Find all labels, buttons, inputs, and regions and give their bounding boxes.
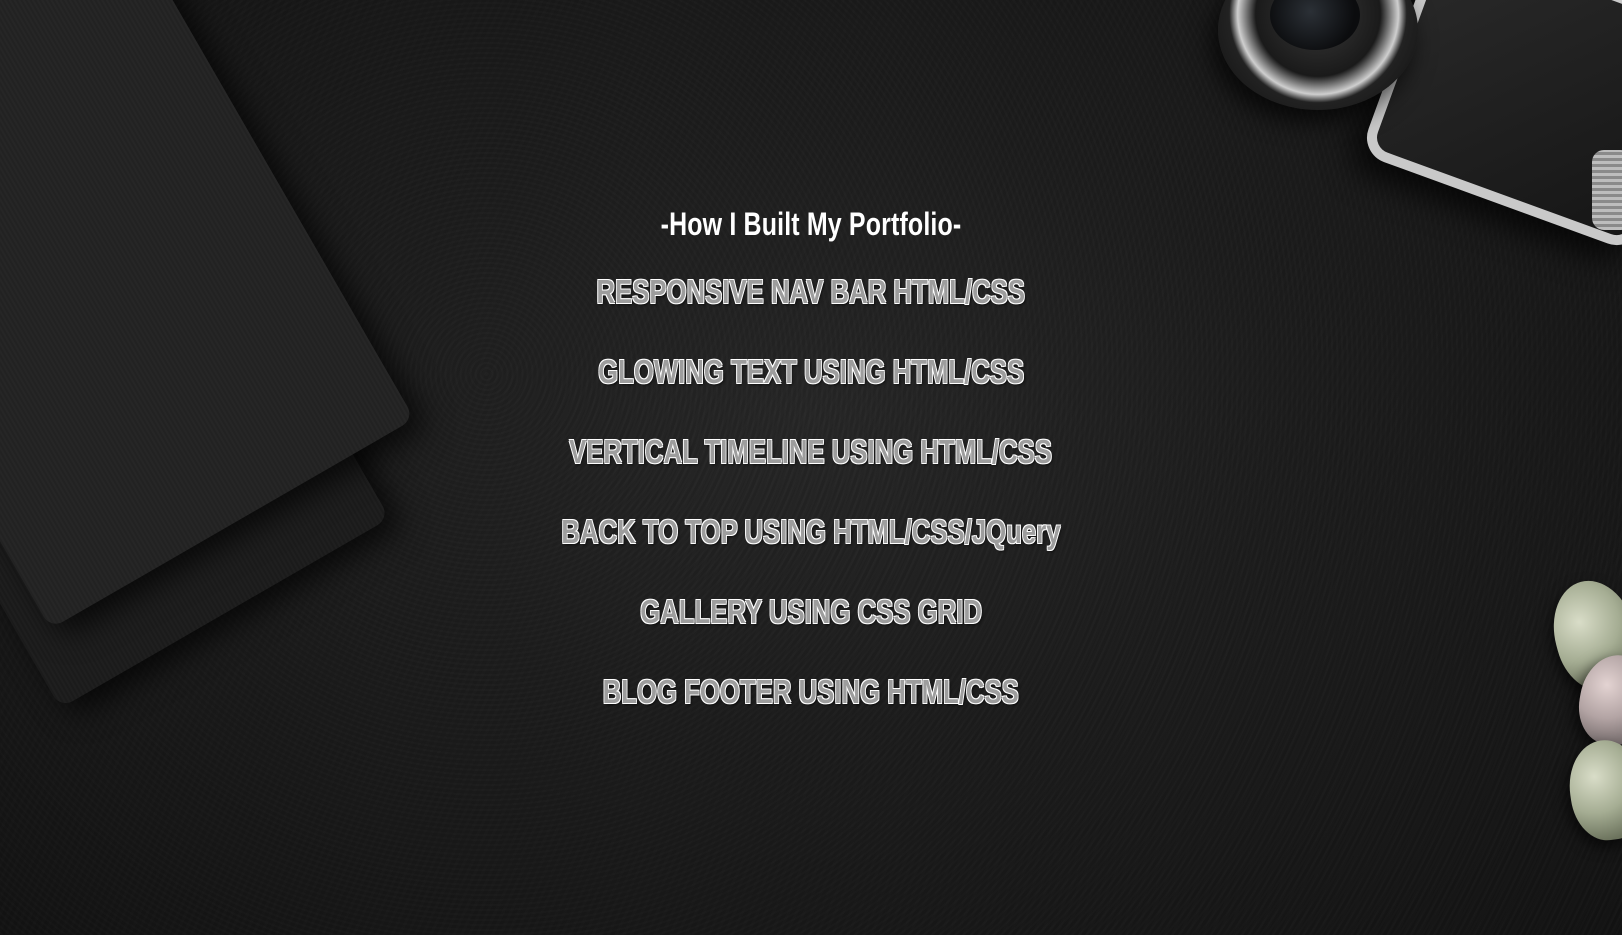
list-item: GALLERY USING CSS GRID [0,592,1622,672]
link-back-to-top[interactable]: BACK TO TOP USING HTML/CSS/JQuery [561,512,1060,552]
list-item: GLOWING TEXT USING HTML/CSS [0,352,1622,432]
list-item: VERTICAL TIMELINE USING HTML/CSS [0,432,1622,512]
page-title: -How I Built My Portfolio- [660,206,962,242]
link-responsive-nav-bar[interactable]: RESPONSIVE NAV BAR HTML/CSS [597,272,1026,312]
portfolio-link-list: RESPONSIVE NAV BAR HTML/CSS GLOWING TEXT… [0,272,1622,752]
main-content: -How I Built My Portfolio- RESPONSIVE NA… [0,0,1622,935]
page-background: -How I Built My Portfolio- RESPONSIVE NA… [0,0,1622,935]
link-vertical-timeline[interactable]: VERTICAL TIMELINE USING HTML/CSS [570,432,1053,472]
link-blog-footer[interactable]: BLOG FOOTER USING HTML/CSS [603,672,1019,712]
list-item: BLOG FOOTER USING HTML/CSS [0,672,1622,752]
list-item: BACK TO TOP USING HTML/CSS/JQuery [0,512,1622,592]
link-glowing-text[interactable]: GLOWING TEXT USING HTML/CSS [598,352,1024,392]
link-gallery-css-grid[interactable]: GALLERY USING CSS GRID [640,592,982,632]
list-item: RESPONSIVE NAV BAR HTML/CSS [0,272,1622,352]
